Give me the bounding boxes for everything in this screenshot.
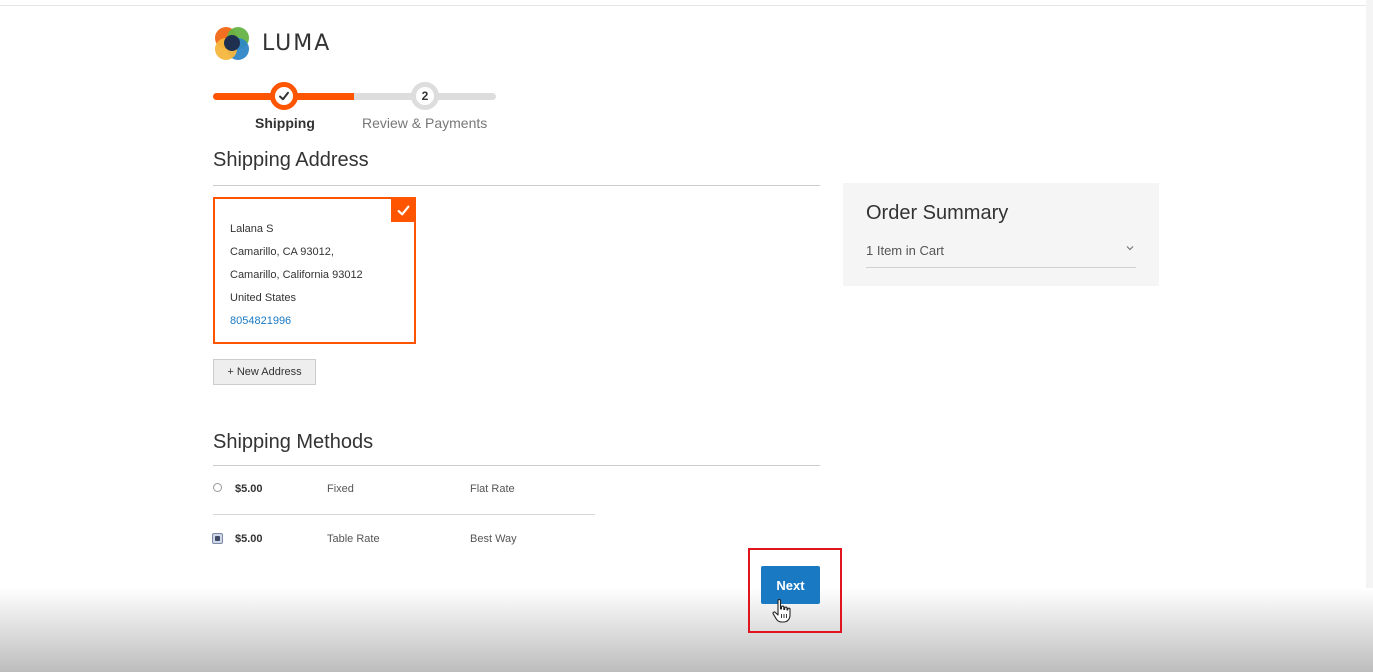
method-price: $5.00 xyxy=(235,533,263,545)
step-review-label[interactable]: Review & Payments xyxy=(362,115,487,131)
top-divider xyxy=(0,5,1373,6)
section-divider xyxy=(213,185,820,186)
section-divider xyxy=(213,465,820,466)
summary-divider xyxy=(866,267,1136,268)
shipping-method-row[interactable]: $5.00 Fixed Flat Rate xyxy=(213,480,573,500)
cart-items-toggle[interactable]: 1 Item in Cart xyxy=(866,243,944,258)
selected-address-card[interactable]: Lalana S Camarillo, CA 93012, Camarillo,… xyxy=(213,197,416,344)
shipping-address-title: Shipping Address xyxy=(213,149,369,171)
method-radio[interactable] xyxy=(213,483,222,492)
address-line-1: Camarillo, CA 93012, xyxy=(230,246,334,258)
shipping-method-row[interactable]: $5.00 Table Rate Best Way xyxy=(212,530,573,550)
method-carrier: Best Way xyxy=(470,533,517,545)
new-address-button[interactable]: + New Address xyxy=(213,359,316,385)
luma-logo-icon xyxy=(215,27,249,60)
brand-name: LUMA xyxy=(262,30,332,56)
address-phone-link[interactable]: 8054821996 xyxy=(230,310,414,333)
step-shipping-label: Shipping xyxy=(255,115,315,131)
chevron-down-icon[interactable] xyxy=(1125,243,1135,253)
checkmark-icon xyxy=(279,91,289,101)
order-summary-panel: Order Summary 1 Item in Cart xyxy=(843,183,1159,286)
method-carrier: Flat Rate xyxy=(470,483,515,495)
method-name: Fixed xyxy=(327,483,354,495)
checkmark-icon xyxy=(397,205,409,215)
address-country: United States xyxy=(230,292,297,304)
page-edge xyxy=(1366,0,1373,672)
row-divider xyxy=(213,514,595,515)
step-review-marker[interactable]: 2 xyxy=(411,82,439,110)
logo[interactable]: LUMA xyxy=(213,24,331,62)
method-radio[interactable] xyxy=(212,533,223,544)
selected-badge xyxy=(391,198,415,222)
order-summary-title: Order Summary xyxy=(866,202,1009,224)
method-price: $5.00 xyxy=(235,483,263,495)
shipping-methods-title: Shipping Methods xyxy=(213,431,374,453)
step-number: 2 xyxy=(421,89,429,103)
step-shipping-marker xyxy=(270,82,298,110)
address-name: Lalana S xyxy=(230,223,274,235)
address-line-2: Camarillo, California 93012 xyxy=(230,269,363,281)
method-name: Table Rate xyxy=(327,533,380,545)
bottom-gradient xyxy=(0,588,1373,672)
hand-cursor-icon xyxy=(772,598,791,623)
